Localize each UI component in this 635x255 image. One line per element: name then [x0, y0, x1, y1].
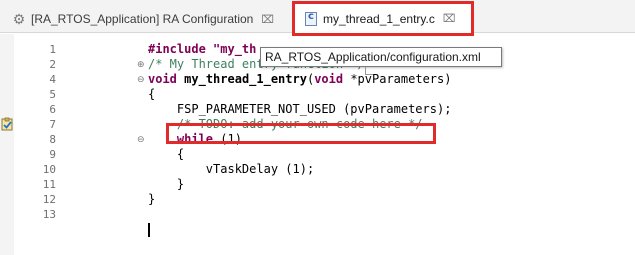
- code-editor[interactable]: 1 #include "my_th 2 ⊕ /* My Thread entry…: [0, 34, 635, 255]
- code-text: void my_thread_1_entry(void *pvParameter…: [148, 72, 451, 87]
- code-line: 7 /* TODO: add your own code here */: [0, 117, 635, 132]
- fold-collapse-icon[interactable]: ⊖: [137, 73, 145, 88]
- gear-icon: ⚙: [12, 11, 26, 27]
- line-number: 9: [49, 148, 56, 161]
- line-number: 10: [42, 163, 56, 176]
- code-line: 11 }: [0, 177, 635, 192]
- line-number: 13: [42, 208, 56, 221]
- code-line: 8 ⊖ while (1): [0, 132, 635, 147]
- code-line: 13: [0, 207, 635, 222]
- code-keyword: void: [314, 72, 344, 86]
- code-text: #include "my_th: [148, 42, 257, 56]
- code-line: 10 vTaskDelay (1);: [0, 162, 635, 177]
- line-number: 8: [49, 133, 56, 146]
- tab-label: my_thread_1_entry.c: [323, 11, 435, 26]
- code-line: 5 {: [0, 87, 635, 102]
- code-line: 9 {: [0, 147, 635, 162]
- code-text: #include "my_th: [148, 42, 256, 57]
- code-keyword: void: [148, 72, 177, 86]
- fold-expand-icon[interactable]: ⊕: [137, 58, 145, 73]
- code-text: {: [148, 87, 156, 101]
- tab-ra-configuration[interactable]: ⚙ [RA_RTOS_Application] RA Configuration…: [6, 6, 292, 32]
- close-icon[interactable]: ⌧: [443, 12, 456, 25]
- code-line: 4 ⊖ void my_thread_1_entry(void *pvParam…: [0, 72, 635, 87]
- code-function-name: my_thread_1_entry: [184, 72, 307, 86]
- line-number: 7: [49, 118, 56, 131]
- tab-tooltip: RA_RTOS_Application/configuration.xml: [260, 47, 502, 67]
- code-text: FSP_PARAMETER_NOT_USED (pvParameters);: [148, 102, 452, 116]
- code-text: }: [148, 177, 185, 191]
- line-number: 5: [49, 88, 56, 101]
- code-line: 6 FSP_PARAMETER_NOT_USED (pvParameters);: [0, 102, 635, 117]
- line-number: 4: [49, 73, 56, 86]
- text-cursor: [148, 223, 150, 237]
- close-icon[interactable]: ⌧: [261, 13, 274, 26]
- editor-tab-bar: ⚙ [RA_RTOS_Application] RA Configuration…: [0, 0, 635, 33]
- code-keyword: while: [148, 132, 214, 146]
- line-number: 6: [49, 103, 56, 116]
- line-number: 12: [42, 193, 56, 206]
- c-file-icon: [305, 11, 317, 26]
- code-text: {: [148, 147, 185, 161]
- line-number: 2: [49, 58, 56, 71]
- code-line: 12 }: [0, 192, 635, 207]
- task-clipboard-icon[interactable]: [1, 117, 14, 131]
- line-number: 11: [42, 178, 56, 191]
- fold-collapse-icon[interactable]: ⊖: [137, 133, 145, 148]
- line-number: 1: [49, 43, 56, 56]
- tab-label: [RA_RTOS_Application] RA Configuration: [31, 12, 254, 26]
- code-text: (1): [213, 132, 242, 146]
- code-text: }: [148, 192, 156, 206]
- tooltip-pointer: [365, 67, 373, 75]
- code-text: *pvParameters): [343, 72, 452, 86]
- code-text: while (1): [148, 132, 242, 147]
- code-text: vTaskDelay (1);: [148, 162, 315, 176]
- code-text: /* TODO: add your own code here */: [148, 117, 423, 131]
- tab-my-thread-1-entry[interactable]: my_thread_1_entry.c ⌧: [294, 3, 472, 33]
